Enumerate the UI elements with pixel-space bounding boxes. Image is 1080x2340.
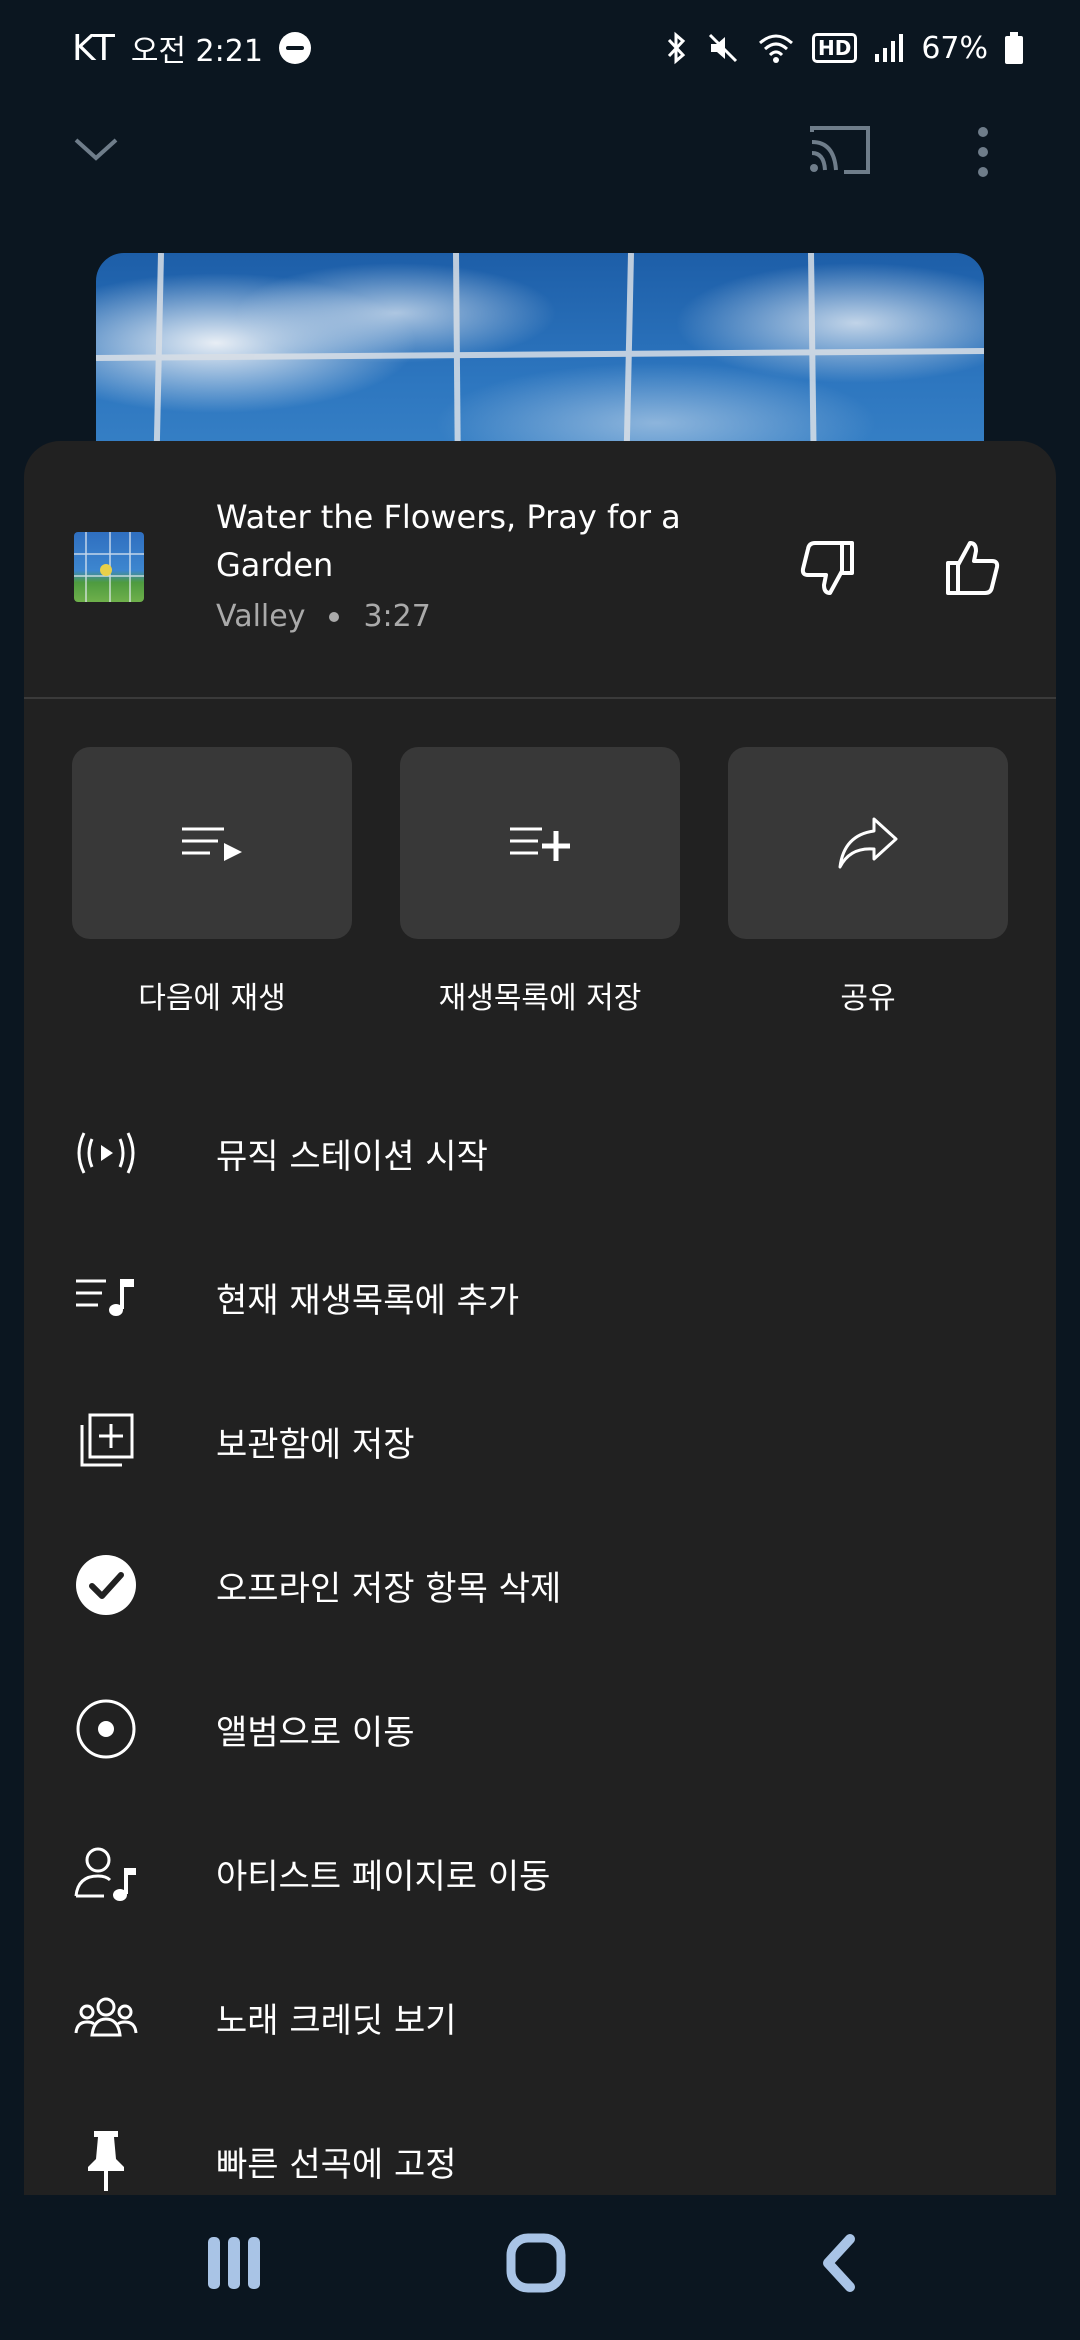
- share-card[interactable]: [728, 747, 1008, 939]
- share-icon: [838, 817, 898, 869]
- menu-item-add-to-queue[interactable]: 현재 재생목록에 추가: [24, 1225, 1056, 1369]
- hd-voice-badge: HD: [811, 33, 858, 63]
- back-icon: [823, 2234, 855, 2292]
- queue-music-icon: [74, 1265, 138, 1329]
- credits-icon: [74, 1985, 138, 2049]
- battery-icon: [1005, 32, 1023, 64]
- song-options-sheet: Water the Flowers, Pray for a Garden Val…: [24, 441, 1056, 2195]
- song-artist: Valley: [216, 599, 306, 634]
- play-next-label: 다음에 재생: [138, 981, 286, 1016]
- do-not-disturb-icon: [278, 32, 311, 64]
- share-action[interactable]: 공유: [728, 747, 1008, 1017]
- menu-label-save-to-library: 보관함에 저장: [216, 1424, 415, 1465]
- album-icon: [74, 1697, 138, 1761]
- song-meta: Valley 3:27: [216, 599, 431, 634]
- save-to-playlist-label: 재생목록에 저장: [438, 981, 642, 1016]
- player-top-bar: [0, 110, 1080, 190]
- song-duration: 3:27: [363, 599, 431, 634]
- menu-item-pin-to-speed-dial[interactable]: 빠른 선곡에 고정: [24, 2089, 1056, 2195]
- menu-item-go-to-album[interactable]: 앨범으로 이동: [24, 1657, 1056, 1801]
- mute-icon: [708, 33, 738, 63]
- back-button[interactable]: [818, 2233, 858, 2297]
- cast-button[interactable]: [808, 120, 872, 180]
- recent-apps-button[interactable]: [206, 2233, 262, 2297]
- song-thumbnail: [74, 532, 144, 602]
- pin-icon: [74, 2129, 138, 2193]
- thumb-down-icon: [800, 541, 854, 595]
- menu-label-remove-download: 오프라인 저장 항목 삭제: [216, 1568, 562, 1609]
- menu-label-pin-to-speed-dial: 빠른 선곡에 고정: [216, 2144, 457, 2185]
- library-add-icon: [74, 1409, 138, 1473]
- bluetooth-icon: [667, 31, 686, 65]
- add-to-playlist-icon: [510, 827, 570, 861]
- share-label: 공유: [840, 981, 896, 1016]
- play-next-icon: [182, 827, 242, 861]
- signal-icon: [875, 34, 904, 62]
- quick-actions: 다음에 재생 재생목록에 저장 공유: [72, 747, 1008, 1017]
- recent-apps-icon: [208, 2237, 260, 2289]
- radio-icon: [74, 1121, 138, 1185]
- menu-label-add-to-queue: 현재 재생목록에 추가: [216, 1280, 520, 1321]
- menu-label-go-to-artist: 아티스트 페이지로 이동: [216, 1856, 551, 1897]
- wifi-icon: [758, 34, 793, 63]
- song-title: Water the Flowers, Pray for a Garden: [216, 498, 681, 584]
- home-icon: [506, 2233, 566, 2293]
- menu-item-view-credits[interactable]: 노래 크레딧 보기: [24, 1945, 1056, 2089]
- more-vert-icon: [978, 127, 988, 177]
- thumb-up-icon: [946, 541, 1000, 595]
- artist-icon: [74, 1841, 138, 1905]
- status-bar: KT 오전 2:21 HD 67%: [0, 0, 1080, 96]
- play-next-card[interactable]: [72, 747, 352, 939]
- options-menu: 뮤직 스테이션 시작 현재 재생목록에 추가 보관함에 저장 오프라인 저장 항…: [24, 1081, 1056, 2195]
- song-header: Water the Flowers, Pray for a Garden Val…: [24, 441, 1056, 699]
- more-options-button[interactable]: [960, 120, 1006, 184]
- menu-label-start-radio: 뮤직 스테이션 시작: [216, 1136, 488, 1177]
- menu-item-save-to-library[interactable]: 보관함에 저장: [24, 1369, 1056, 1513]
- separator-dot: [329, 611, 340, 622]
- battery-percent: 67%: [921, 30, 988, 66]
- save-to-playlist-card[interactable]: [400, 747, 680, 939]
- like-button[interactable]: [940, 535, 1004, 599]
- chevron-down-icon: [74, 138, 118, 161]
- system-navigation-bar: [0, 2195, 1080, 2340]
- play-next-action[interactable]: 다음에 재생: [72, 747, 352, 1017]
- home-button[interactable]: [506, 2233, 566, 2297]
- menu-item-go-to-artist[interactable]: 아티스트 페이지로 이동: [24, 1801, 1056, 1945]
- menu-item-start-radio[interactable]: 뮤직 스테이션 시작: [24, 1081, 1056, 1225]
- collapse-button[interactable]: [70, 128, 122, 168]
- save-to-playlist-action[interactable]: 재생목록에 저장: [400, 747, 680, 1017]
- menu-label-go-to-album: 앨범으로 이동: [216, 1712, 415, 1753]
- cast-icon: [810, 126, 870, 174]
- clock: 오전 2:21: [130, 34, 263, 69]
- dislike-button[interactable]: [796, 537, 860, 601]
- downloaded-check-icon: [74, 1553, 138, 1617]
- menu-item-remove-download[interactable]: 오프라인 저장 항목 삭제: [24, 1513, 1056, 1657]
- carrier-label: KT: [72, 27, 115, 69]
- menu-label-view-credits: 노래 크레딧 보기: [216, 2000, 457, 2041]
